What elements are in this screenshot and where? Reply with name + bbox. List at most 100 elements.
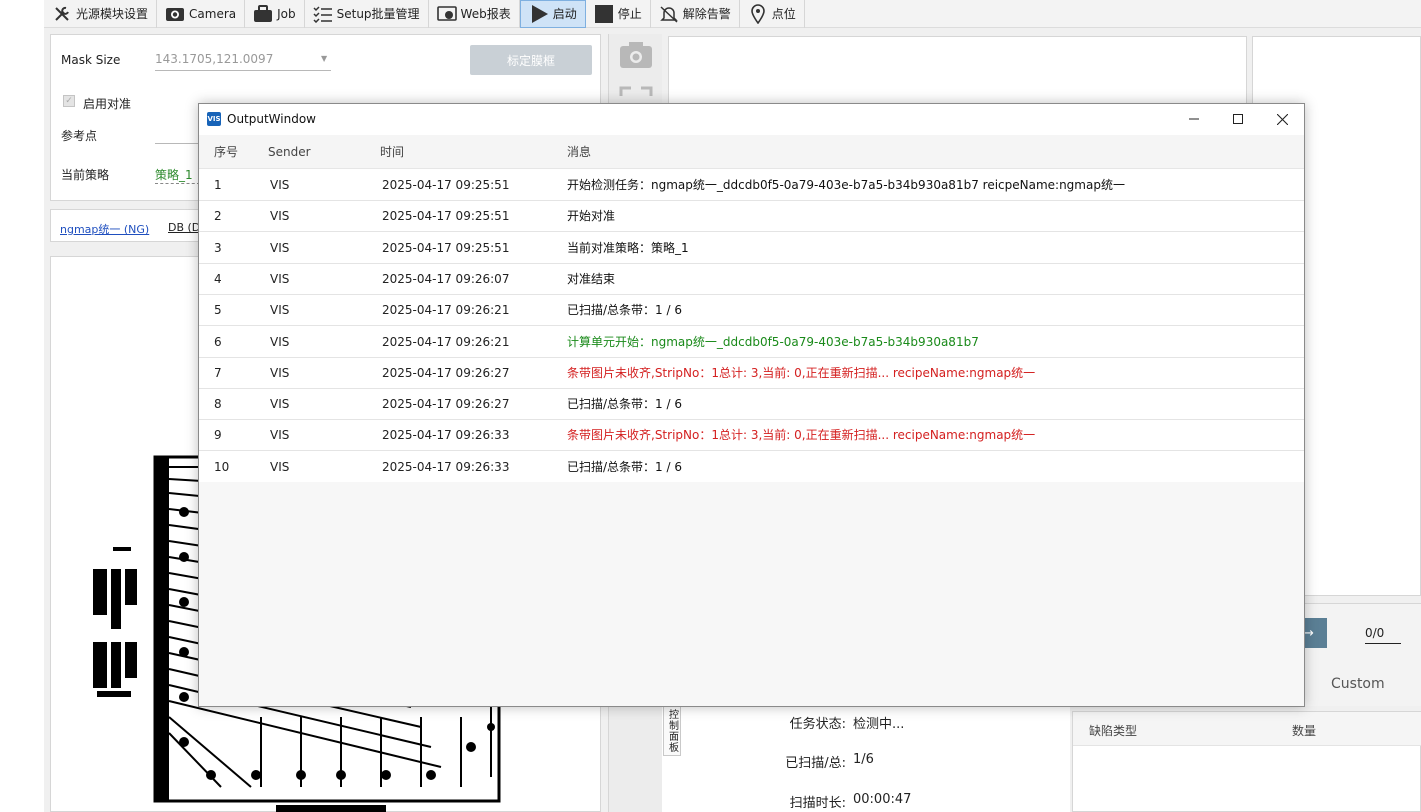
log-sender-cell: VIS bbox=[270, 178, 290, 192]
log-time-cell: 2025-04-17 09:26:07 bbox=[382, 271, 510, 286]
custom-tab[interactable]: Custom bbox=[1331, 676, 1385, 692]
stop-label: 停止 bbox=[617, 7, 642, 21]
log-index-cell: 7 bbox=[214, 365, 222, 380]
log-time-cell: 2025-04-17 09:26:33 bbox=[382, 428, 510, 443]
camera-icon bbox=[165, 5, 185, 23]
log-row[interactable]: 1 VIS 2025-04-17 09:25:51 开始检测任务：ngmap统一_dd… bbox=[199, 170, 1304, 201]
defect-type-header[interactable]: 缺陷类型 bbox=[1089, 722, 1137, 739]
points-button[interactable]: 点位 bbox=[740, 0, 805, 28]
light-module-settings-button[interactable]: 光源模块设置 bbox=[44, 0, 158, 28]
log-time-cell: 2025-04-17 09:26:27 bbox=[382, 397, 510, 412]
log-row[interactable]: 10 VIS 2025-04-17 09:26:33 已扫描/总条带：1 / 6 bbox=[199, 452, 1304, 483]
defect-count-header[interactable]: 数量 bbox=[1292, 722, 1316, 739]
camera-button[interactable]: Camera bbox=[157, 0, 246, 28]
log-index-cell: 1 bbox=[214, 178, 222, 192]
vis-logo-icon: VIS bbox=[207, 112, 221, 126]
log-time-cell: 2025-04-17 09:25:51 bbox=[382, 178, 510, 192]
log-message-cell: 已扫描/总条带：1 / 6 bbox=[567, 459, 682, 474]
scan-time-label: 扫描时长: bbox=[789, 796, 846, 811]
camera-label: Camera bbox=[189, 6, 237, 21]
control-panel-tab[interactable]: 控制面板 bbox=[663, 706, 681, 756]
log-index-cell: 10 bbox=[214, 459, 230, 474]
recipe-tab-ngmap[interactable]: ngmap统一 (NG) bbox=[60, 221, 149, 237]
chevron-down-icon[interactable]: ▼ bbox=[321, 54, 327, 63]
camera-capture-icon[interactable] bbox=[619, 40, 653, 73]
maximize-icon[interactable] bbox=[1216, 104, 1260, 134]
web-report-button[interactable]: Web报表 bbox=[429, 0, 520, 28]
log-time-cell: 2025-04-17 09:25:51 bbox=[382, 209, 510, 224]
log-row[interactable]: 4 VIS 2025-04-17 09:26:07 对准结束 bbox=[199, 264, 1304, 295]
enable-align-checkbox[interactable]: ✓ bbox=[63, 95, 75, 107]
defect-table: 缺陷类型 数量 bbox=[1072, 711, 1421, 812]
log-message-cell: 已扫描/总条带：1 / 6 bbox=[567, 397, 682, 412]
scan-time-value: 00:00:47 bbox=[853, 792, 912, 807]
play-icon bbox=[529, 4, 549, 23]
stop-button[interactable]: 停止 bbox=[586, 0, 651, 28]
briefcase-icon bbox=[253, 4, 273, 23]
log-sender-cell: VIS bbox=[270, 271, 290, 286]
log-sender-cell: VIS bbox=[270, 303, 290, 318]
log-row[interactable]: 9 VIS 2025-04-17 09:26:33 条带图片未收齐,StripNo：1… bbox=[199, 420, 1304, 452]
output-window-titlebar[interactable]: VIS OutputWindow bbox=[199, 104, 1304, 134]
recipe-tab-db[interactable]: DB (D bbox=[168, 221, 200, 234]
log-row[interactable]: 5 VIS 2025-04-17 09:26:21 已扫描/总条带：1 / 6 bbox=[199, 295, 1304, 327]
log-index-cell: 8 bbox=[214, 397, 222, 412]
start-label: 启动 bbox=[552, 7, 577, 21]
time-column-header[interactable]: 时间 bbox=[380, 135, 404, 169]
log-message-cell: 开始对准 bbox=[567, 209, 616, 224]
enable-align-label: 启用对准 bbox=[83, 97, 132, 111]
message-column-header[interactable]: 消息 bbox=[567, 135, 591, 169]
log-row[interactable]: 7 VIS 2025-04-17 09:26:27 条带图片未收齐,StripNo：1… bbox=[199, 358, 1304, 389]
navigation-area: → 0/0 Custom bbox=[1290, 603, 1421, 706]
log-message-cell: 计算单元开始：ngmap统一_ddcdb0f5-0a79-403e-b7a5-b… bbox=[567, 334, 979, 349]
sender-column-header[interactable]: Sender bbox=[268, 135, 311, 169]
output-window-title: OutputWindow bbox=[227, 112, 316, 126]
setup-batch-label: Setup批量管理 bbox=[336, 7, 420, 21]
log-index-cell: 6 bbox=[214, 334, 222, 349]
log-time-cell: 2025-04-17 09:26:21 bbox=[382, 334, 510, 349]
index-column-header[interactable]: 序号 bbox=[214, 135, 238, 169]
main-toolbar: 光源模块设置 Camera Job Setup批量管理 Web报表 启动 停止 … bbox=[44, 0, 1421, 28]
log-sender-cell: VIS bbox=[270, 428, 290, 443]
reference-point-label: 参考点 bbox=[61, 129, 98, 143]
app-root: 光源模块设置 Camera Job Setup批量管理 Web报表 启动 停止 … bbox=[0, 0, 1421, 812]
log-row[interactable]: 8 VIS 2025-04-17 09:26:27 已扫描/总条带：1 / 6 bbox=[199, 389, 1304, 421]
mask-size-label: Mask Size bbox=[61, 53, 121, 67]
web-report-icon bbox=[436, 5, 457, 23]
log-sender-cell: VIS bbox=[270, 459, 290, 474]
log-message-cell: 对准结束 bbox=[567, 271, 616, 286]
setup-batch-button[interactable]: Setup批量管理 bbox=[305, 0, 429, 28]
log-row[interactable]: 3 VIS 2025-04-17 09:25:51 当前对准策略：策略_1 bbox=[199, 233, 1304, 264]
location-pin-icon bbox=[748, 3, 768, 24]
close-icon[interactable] bbox=[1260, 104, 1304, 134]
window-controls bbox=[1172, 104, 1304, 134]
log-message-cell: 开始检测任务：ngmap统一_ddcdb0f5-0a79-403e-b7a5-b… bbox=[567, 178, 1125, 192]
minimize-icon[interactable] bbox=[1172, 104, 1216, 134]
job-button[interactable]: Job bbox=[245, 0, 305, 28]
start-button[interactable]: 启动 bbox=[519, 0, 586, 28]
clear-alarm-label: 解除告警 bbox=[682, 7, 731, 21]
log-time-cell: 2025-04-17 09:26:33 bbox=[382, 459, 510, 474]
current-strategy-value[interactable]: 策略_1 bbox=[155, 166, 193, 183]
clear-alarm-button[interactable]: 解除告警 bbox=[651, 0, 740, 28]
log-row[interactable]: 6 VIS 2025-04-17 09:26:21 计算单元开始：ngmap统一_dd… bbox=[199, 327, 1304, 358]
page-counter: 0/0 bbox=[1365, 626, 1385, 640]
log-index-cell: 4 bbox=[214, 271, 222, 286]
tools-icon bbox=[52, 5, 72, 23]
mask-size-value[interactable]: 143.1705,121.0097 bbox=[155, 52, 273, 66]
log-table-empty-area bbox=[199, 482, 1304, 706]
bell-off-icon bbox=[659, 5, 679, 23]
log-sender-cell: VIS bbox=[270, 397, 290, 412]
task-status-label: 任务状态: bbox=[789, 717, 846, 732]
job-label: Job bbox=[277, 6, 296, 21]
log-row[interactable]: 2 VIS 2025-04-17 09:25:51 开始对准 bbox=[199, 201, 1304, 233]
calibrate-frame-button[interactable]: 标定膜框 bbox=[470, 45, 592, 75]
page-counter-underline bbox=[1365, 643, 1401, 644]
mask-size-underline bbox=[155, 70, 331, 71]
strategy-underline bbox=[155, 183, 200, 184]
light-module-settings-label: 光源模块设置 bbox=[76, 7, 149, 21]
log-sender-cell: VIS bbox=[270, 240, 290, 255]
desktop-left-strip bbox=[0, 0, 44, 812]
output-window: VIS OutputWindow 序号 Sender 时间 消息 1 VIS 202… bbox=[198, 103, 1305, 707]
log-time-cell: 2025-04-17 09:25:51 bbox=[382, 240, 510, 255]
